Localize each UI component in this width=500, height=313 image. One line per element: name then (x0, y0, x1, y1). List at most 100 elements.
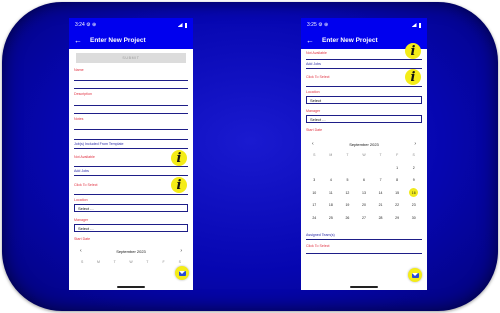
manager-label: Manager (74, 218, 89, 222)
name-field[interactable]: Name (74, 65, 188, 81)
manager-group: Manager Select ... (74, 217, 188, 237)
add-jobs-label: Add Jobs (74, 169, 89, 173)
name-underline (74, 81, 188, 89)
calendar-day[interactable]: 4 (323, 174, 340, 187)
weekday-label: S (412, 153, 415, 158)
calendar-day[interactable]: 10 (306, 187, 323, 200)
calendar-next-button[interactable]: › (414, 141, 416, 147)
click-to-select-label: Click To Select (306, 75, 330, 79)
status-icons: ⚙ ⊕ (318, 22, 329, 28)
calendar-day[interactable]: 5 (339, 174, 356, 187)
calendar-day[interactable]: 16 (405, 187, 422, 200)
weekday-label: T (346, 153, 349, 158)
jobs-template-field: Job(s) Included From Template (74, 140, 188, 149)
add-jobs-select[interactable]: Click To Select i (74, 176, 188, 195)
location-label: Location (306, 90, 320, 94)
calendar-day[interactable]: 9 (405, 174, 422, 187)
manager-select[interactable]: Select ... (74, 224, 188, 232)
calendar-day[interactable]: 23 (405, 199, 422, 212)
signal-icon (177, 23, 183, 27)
calendar-prev-button[interactable]: ‹ (80, 248, 82, 254)
calendar-day[interactable]: 15 (389, 187, 406, 200)
notes-field[interactable]: Notes (74, 114, 188, 130)
form-content: SUBMIT Name Description Notes Job(s) Inc… (69, 53, 193, 269)
calendar-day[interactable]: 1 (389, 162, 406, 175)
calendar-day[interactable]: 30 (405, 212, 422, 225)
assigned-teams-select[interactable]: Click To Select (306, 240, 422, 254)
app-title: Enter New Project (322, 37, 378, 44)
calendar-month: September 2023 (116, 248, 146, 254)
calendar-day[interactable]: 11 (323, 187, 340, 200)
not-available-field: Not Available i (306, 43, 422, 60)
status-time: 3:24 (75, 22, 85, 28)
start-date-label: Start Date (74, 237, 91, 241)
calendar-header: ‹ September 2023 › (74, 248, 188, 254)
add-jobs-select[interactable]: Click To Select i (306, 69, 422, 87)
calendar-day[interactable]: 14 (372, 187, 389, 200)
calendar-grid: S M T W T F S 1 2 3 4 5 6 7 8 9 10 11 12 13 14 15 16 17 18 19 20 21… (306, 149, 422, 224)
back-arrow-icon[interactable]: ← (74, 36, 82, 45)
weekday-label: W (362, 153, 366, 158)
envelope-icon (411, 272, 419, 278)
location-select[interactable]: Select ... (74, 204, 188, 212)
calendar-day[interactable]: 3 (306, 174, 323, 187)
calendar-day[interactable]: 20 (356, 199, 373, 212)
calendar-prev-button[interactable]: ‹ (312, 141, 314, 147)
calendar-day[interactable]: 17 (306, 199, 323, 212)
location-group: Location Select ... (74, 195, 188, 217)
calendar-day[interactable]: 27 (356, 212, 373, 225)
info-icon[interactable]: i (171, 150, 187, 166)
description-label: Description (74, 92, 92, 96)
calendar-day[interactable]: 21 (372, 199, 389, 212)
name-label: Name (74, 68, 84, 72)
calendar-day[interactable]: 12 (339, 187, 356, 200)
info-icon[interactable]: i (405, 43, 421, 59)
manager-select[interactable]: Select ... (306, 115, 422, 123)
weekday-label: T (113, 260, 116, 265)
location-label: Location (74, 198, 88, 202)
click-to-select-label: Click To Select (306, 244, 330, 248)
email-fab-button[interactable] (175, 266, 189, 280)
start-date-group: Start Date (74, 237, 188, 245)
calendar-day[interactable]: 24 (306, 212, 323, 225)
location-select[interactable]: Select (306, 96, 422, 104)
submit-button[interactable]: SUBMIT (76, 53, 186, 63)
calendar-day[interactable]: 29 (389, 212, 406, 225)
calendar-month: September 2023 (349, 141, 379, 147)
weekday-label: F (396, 153, 399, 158)
calendar-day[interactable]: 26 (339, 212, 356, 225)
calendar-day[interactable]: 28 (372, 212, 389, 225)
home-indicator (117, 286, 145, 288)
calendar-day[interactable]: 7 (372, 174, 389, 187)
calendar-day[interactable]: 22 (389, 199, 406, 212)
calendar-empty-cell (339, 162, 356, 175)
description-field[interactable]: Description (74, 89, 188, 106)
signal-icon (411, 23, 417, 27)
weekday-label: S (80, 260, 84, 265)
back-arrow-icon[interactable]: ← (306, 36, 314, 45)
selected-day[interactable]: 16 (409, 188, 419, 198)
calendar-empty-cell (356, 162, 373, 175)
calendar-empty-cell (372, 162, 389, 175)
info-icon[interactable]: i (171, 177, 187, 193)
calendar-day[interactable]: 19 (339, 199, 356, 212)
add-jobs-field: Add Jobs (74, 167, 188, 176)
calendar-next-button[interactable]: › (180, 248, 182, 254)
info-icon[interactable]: i (405, 69, 421, 85)
not-available-field: Not Available i (74, 149, 188, 167)
calendar-day[interactable]: 6 (356, 174, 373, 187)
calendar-day[interactable]: 8 (389, 174, 406, 187)
not-available-label: Not Available (74, 155, 95, 159)
calendar-header: ‹ September 2023 › (306, 141, 422, 147)
form-content: Not Available i Add Jobs Click To Select… (301, 43, 427, 254)
not-available-label: Not Available (306, 51, 327, 55)
assigned-teams-field: Assigned Team(s) (306, 229, 422, 240)
email-fab-button[interactable] (408, 268, 422, 282)
calendar-day[interactable]: 2 (405, 162, 422, 175)
calendar-day[interactable]: 18 (323, 199, 340, 212)
calendar-day[interactable]: 13 (356, 187, 373, 200)
status-time: 3:25 (307, 22, 317, 28)
weekday-label: T (146, 260, 149, 265)
calendar-empty-cell (306, 162, 323, 175)
calendar-day[interactable]: 25 (323, 212, 340, 225)
